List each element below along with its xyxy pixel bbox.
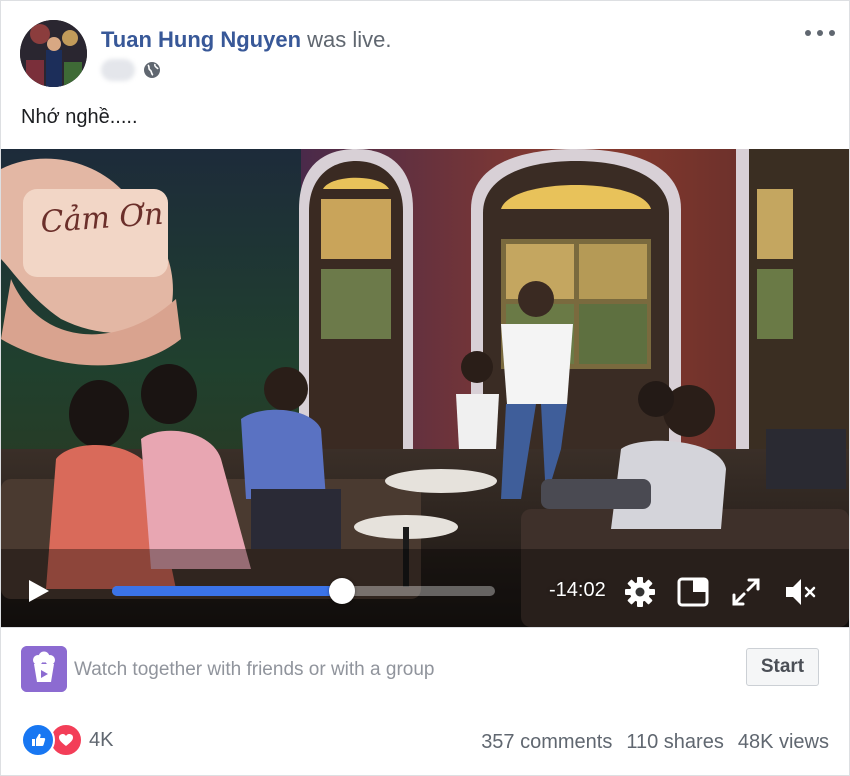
avatar-photo [20,20,87,87]
globe-icon [144,62,160,78]
time-remaining: -14:02 [549,579,606,601]
comments-link[interactable]: 357 comments [481,731,612,754]
watch-together-text: Watch together with friends or with a gr… [74,659,435,680]
progress-bar[interactable] [112,578,495,604]
start-button[interactable]: Start [746,648,819,686]
video-player[interactable]: Cảm Ơn -14:02 [1,149,849,627]
views-count: 48K views [737,731,829,753]
post-timestamp[interactable] [101,59,135,81]
engagement-bar: 4K 357 comments 110 shares 48K views [1,709,849,775]
post-stats: 357 comments 110 shares 48K views [481,731,829,754]
author-line: Tuan Hung Nguyen was live. [101,27,392,53]
progress-scrubber[interactable] [328,578,355,604]
more-options-icon[interactable] [805,23,835,43]
post-caption: Nhớ nghề..... [21,106,138,128]
author-avatar[interactable] [20,20,87,87]
progress-fill [112,586,342,596]
post-action-text: was live. [307,27,392,52]
dot [817,30,823,36]
reaction-count: 4K [89,728,114,751]
settings-icon[interactable] [623,575,657,609]
shares-link[interactable]: 110 shares [626,731,723,754]
mute-icon[interactable] [783,575,817,609]
live-post: Tuan Hung Nguyen was live. Nhớ nghề..... [0,0,850,776]
play-icon[interactable] [27,578,51,604]
reactions-summary[interactable]: 4K [21,723,114,757]
post-meta [101,59,161,81]
author-name-link[interactable]: Tuan Hung Nguyen [101,27,301,52]
like-icon [21,723,55,757]
fullscreen-icon[interactable] [729,575,763,609]
popout-icon[interactable] [676,575,710,609]
dot [805,30,811,36]
video-controls: -14:02 [1,565,849,615]
dot [829,30,835,36]
watch-party-icon [21,646,67,692]
watch-together-bar: Watch together with friends or with a gr… [1,627,849,710]
